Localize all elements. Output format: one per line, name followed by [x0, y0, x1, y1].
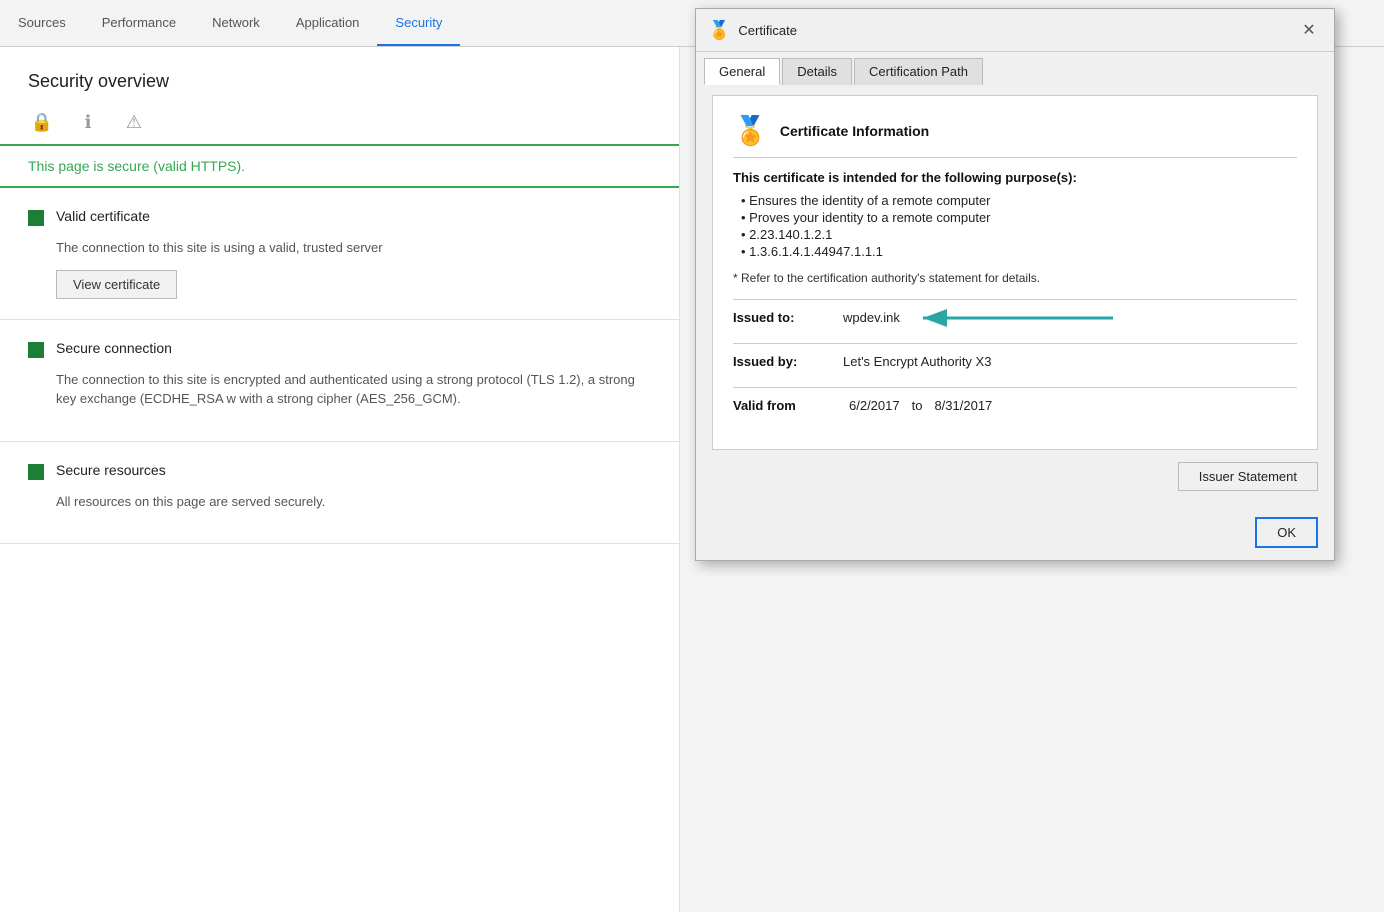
issued-by-label: Issued by: [733, 354, 843, 369]
dialog-tab-general[interactable]: General [704, 58, 780, 85]
section-desc: The connection to this site is using a v… [56, 238, 651, 258]
dialog-close-button[interactable]: ✕ [1296, 17, 1322, 43]
certificate-icon: 🏅 [708, 20, 730, 41]
cert-purposes-label: This certificate is intended for the fol… [733, 170, 1297, 185]
certificate-dialog[interactable]: 🏅 Certificate ✕ General Details Certific… [695, 8, 1335, 561]
dialog-body: 🏅 Certificate Information This certifica… [696, 85, 1334, 509]
tab-network[interactable]: Network [194, 0, 278, 46]
arrow-annotation [913, 303, 1133, 333]
green-square-icon-3 [28, 464, 44, 480]
warning-icon: ⚠ [120, 108, 148, 136]
dialog-footer: OK [696, 509, 1334, 560]
issued-to-value: wpdev.ink [843, 310, 900, 325]
list-item: 2.23.140.1.2.1 [741, 227, 1297, 242]
valid-to-value: 8/31/2017 [934, 398, 992, 413]
valid-to-label: to [912, 398, 923, 413]
secure-banner-text: This page is secure (valid HTTPS). [28, 158, 245, 174]
cert-divider-2 [733, 343, 1297, 344]
cert-info-header: 🏅 Certificate Information [733, 114, 1297, 158]
valid-from-label: Valid from [733, 398, 843, 413]
valid-certificate-section: Valid certificate The connection to this… [0, 188, 679, 320]
tab-application[interactable]: Application [278, 0, 378, 46]
cert-header-icon: 🏅 [733, 114, 768, 147]
section-title-row-3: Secure resources [28, 462, 651, 484]
secure-banner: This page is secure (valid HTTPS). [0, 144, 679, 188]
ok-button[interactable]: OK [1255, 517, 1318, 548]
valid-from-value: 6/2/2017 [849, 398, 900, 413]
valid-dates-row: Valid from 6/2/2017 to 8/31/2017 [733, 398, 1297, 413]
issuer-statement-row: Issuer Statement [712, 462, 1318, 491]
info-icon: ℹ [74, 108, 102, 136]
dialog-title-text: Certificate [738, 23, 797, 38]
green-square-icon [28, 210, 44, 226]
overview-title: Security overview [0, 47, 679, 108]
list-item: Ensures the identity of a remote compute… [741, 193, 1297, 208]
section-desc-2: The connection to this site is encrypted… [56, 370, 651, 409]
list-item: 1.3.6.1.4.1.44947.1.1.1 [741, 244, 1297, 259]
cert-note: * Refer to the certification authority's… [733, 271, 1297, 285]
view-certificate-button[interactable]: View certificate [56, 270, 177, 299]
section-title-row-2: Secure connection [28, 340, 651, 362]
green-square-icon-2 [28, 342, 44, 358]
section-title-3: Secure resources [56, 462, 166, 478]
dialog-titlebar: 🏅 Certificate ✕ [696, 9, 1334, 52]
dialog-title-left: 🏅 Certificate [708, 20, 797, 41]
tab-performance[interactable]: Performance [84, 0, 194, 46]
cert-info-title: Certificate Information [780, 123, 929, 139]
security-panel: Security overview 🔒 ℹ ⚠ This page is sec… [0, 47, 680, 912]
tab-sources[interactable]: Sources [0, 0, 84, 46]
dialog-tab-certification-path[interactable]: Certification Path [854, 58, 983, 85]
issued-by-row: Issued by: Let's Encrypt Authority X3 [733, 354, 1297, 369]
issued-to-label: Issued to: [733, 310, 843, 325]
issuer-statement-button[interactable]: Issuer Statement [1178, 462, 1318, 491]
tab-security[interactable]: Security [377, 0, 460, 46]
cert-purposes-list: Ensures the identity of a remote compute… [741, 193, 1297, 259]
cert-divider [733, 299, 1297, 300]
lock-icon: 🔒 [28, 108, 56, 136]
security-icons-row: 🔒 ℹ ⚠ [0, 108, 679, 136]
dialog-tabs: General Details Certification Path [696, 52, 1334, 85]
cert-divider-3 [733, 387, 1297, 388]
section-title-2: Secure connection [56, 340, 172, 356]
secure-connection-section: Secure connection The connection to this… [0, 320, 679, 442]
section-title: Valid certificate [56, 208, 150, 224]
secure-resources-section: Secure resources All resources on this p… [0, 442, 679, 545]
issued-to-row: Issued to: wpdev.ink [733, 310, 1297, 325]
issued-by-value: Let's Encrypt Authority X3 [843, 354, 991, 369]
dialog-tab-details[interactable]: Details [782, 58, 852, 85]
section-desc-3: All resources on this page are served se… [56, 492, 651, 512]
list-item: Proves your identity to a remote compute… [741, 210, 1297, 225]
cert-info-box: 🏅 Certificate Information This certifica… [712, 95, 1318, 450]
section-title-row: Valid certificate [28, 208, 651, 230]
